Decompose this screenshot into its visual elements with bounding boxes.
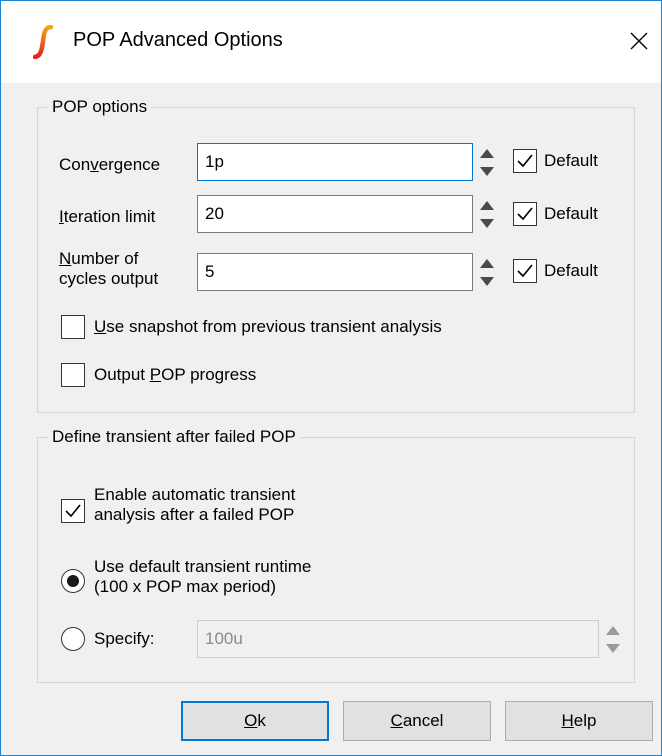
checkmark-icon (517, 154, 533, 168)
cancel-button-label: ancel (402, 711, 444, 730)
ok-button[interactable]: Ok (181, 701, 329, 741)
convergence-label-accel: v (90, 155, 99, 174)
spin-up-icon[interactable] (603, 620, 623, 639)
snapshot-label: Use snapshot from previous transient ana… (94, 317, 442, 337)
help-button[interactable]: Help (505, 701, 653, 741)
default-runtime-label-line2: (100 x POP max period) (94, 577, 277, 596)
cycles-output-spinner[interactable] (477, 253, 497, 291)
spin-up-icon[interactable] (477, 253, 497, 272)
output-progress-label-accel: P (149, 365, 162, 384)
convergence-input[interactable] (197, 143, 473, 181)
help-button-accel: H (561, 711, 574, 730)
dialog-window: POP Advanced Options POP options Converg… (0, 0, 662, 756)
checkmark-icon (517, 264, 533, 278)
title-bar[interactable]: POP Advanced Options (1, 1, 661, 83)
snapshot-checkbox[interactable] (61, 315, 85, 339)
cancel-button-accel: C (390, 711, 403, 730)
window-title: POP Advanced Options (73, 29, 283, 51)
enable-transient-label-line2: analysis after a failed POP (94, 505, 295, 524)
iteration-limit-input[interactable] (197, 195, 473, 233)
iteration-limit-default-label: Default (544, 204, 598, 223)
cycles-output-label-line2: cycles output (59, 269, 159, 288)
snapshot-label-accel: U (94, 317, 107, 336)
close-button[interactable] (621, 23, 657, 59)
convergence-default-label: Default (544, 151, 598, 170)
spin-up-icon[interactable] (477, 143, 497, 162)
output-progress-checkbox[interactable] (61, 363, 85, 387)
cycles-output-label-part: umber of (71, 249, 139, 268)
output-progress-label-part: OP progress (161, 365, 257, 384)
help-button-label: elp (573, 711, 597, 730)
convergence-label: Convergence (59, 155, 160, 175)
enable-transient-label: Enable automatic transient analysis afte… (94, 485, 295, 525)
ok-button-label: k (257, 711, 266, 730)
close-icon (630, 32, 648, 50)
spin-down-icon[interactable] (477, 162, 497, 181)
specify-input[interactable] (197, 620, 599, 658)
default-runtime-radio[interactable] (61, 569, 85, 593)
convergence-label-part: Con (59, 155, 91, 174)
specify-spinner[interactable] (603, 620, 623, 658)
enable-transient-label-line1: Enable automatic transient (94, 485, 296, 504)
output-progress-label-part: Output (94, 365, 150, 384)
spin-down-icon[interactable] (477, 214, 497, 233)
spin-down-icon[interactable] (477, 272, 497, 291)
spin-up-icon[interactable] (477, 195, 497, 214)
cancel-button[interactable]: Cancel (343, 701, 491, 741)
cycles-output-label-accel: N (59, 249, 72, 268)
specify-radio[interactable] (61, 627, 85, 651)
default-runtime-label: Use default transient runtime (100 x POP… (94, 557, 311, 597)
cycles-output-default-label: Default (544, 261, 598, 280)
iteration-limit-spinner[interactable] (477, 195, 497, 233)
iteration-limit-default-checkbox[interactable] (513, 202, 537, 226)
radio-dot-icon (67, 575, 79, 587)
enable-transient-checkbox[interactable] (61, 499, 85, 523)
checkmark-icon (65, 504, 81, 518)
checkmark-icon (517, 207, 533, 221)
ok-button-accel: O (244, 711, 258, 730)
iteration-limit-label-part: teration limit (63, 207, 156, 226)
cycles-output-default-checkbox[interactable] (513, 259, 537, 283)
cycles-output-label: Number of cycles output (59, 249, 158, 289)
transient-legend: Define transient after failed POP (52, 427, 296, 446)
spin-down-icon[interactable] (603, 639, 623, 658)
default-runtime-label-line1: Use default transient runtime (94, 557, 312, 576)
output-progress-label: Output POP progress (94, 365, 256, 385)
pop-options-legend: POP options (52, 97, 148, 116)
specify-label: Specify: (94, 629, 155, 648)
snapshot-label-part: se snapshot from previous transient anal… (106, 317, 442, 336)
convergence-spinner[interactable] (477, 143, 497, 181)
cycles-output-input[interactable] (197, 253, 473, 291)
app-logo-icon (32, 24, 54, 60)
convergence-default-checkbox[interactable] (513, 149, 537, 173)
convergence-label-part: ergence (98, 155, 161, 174)
iteration-limit-label: Iteration limit (59, 207, 155, 227)
